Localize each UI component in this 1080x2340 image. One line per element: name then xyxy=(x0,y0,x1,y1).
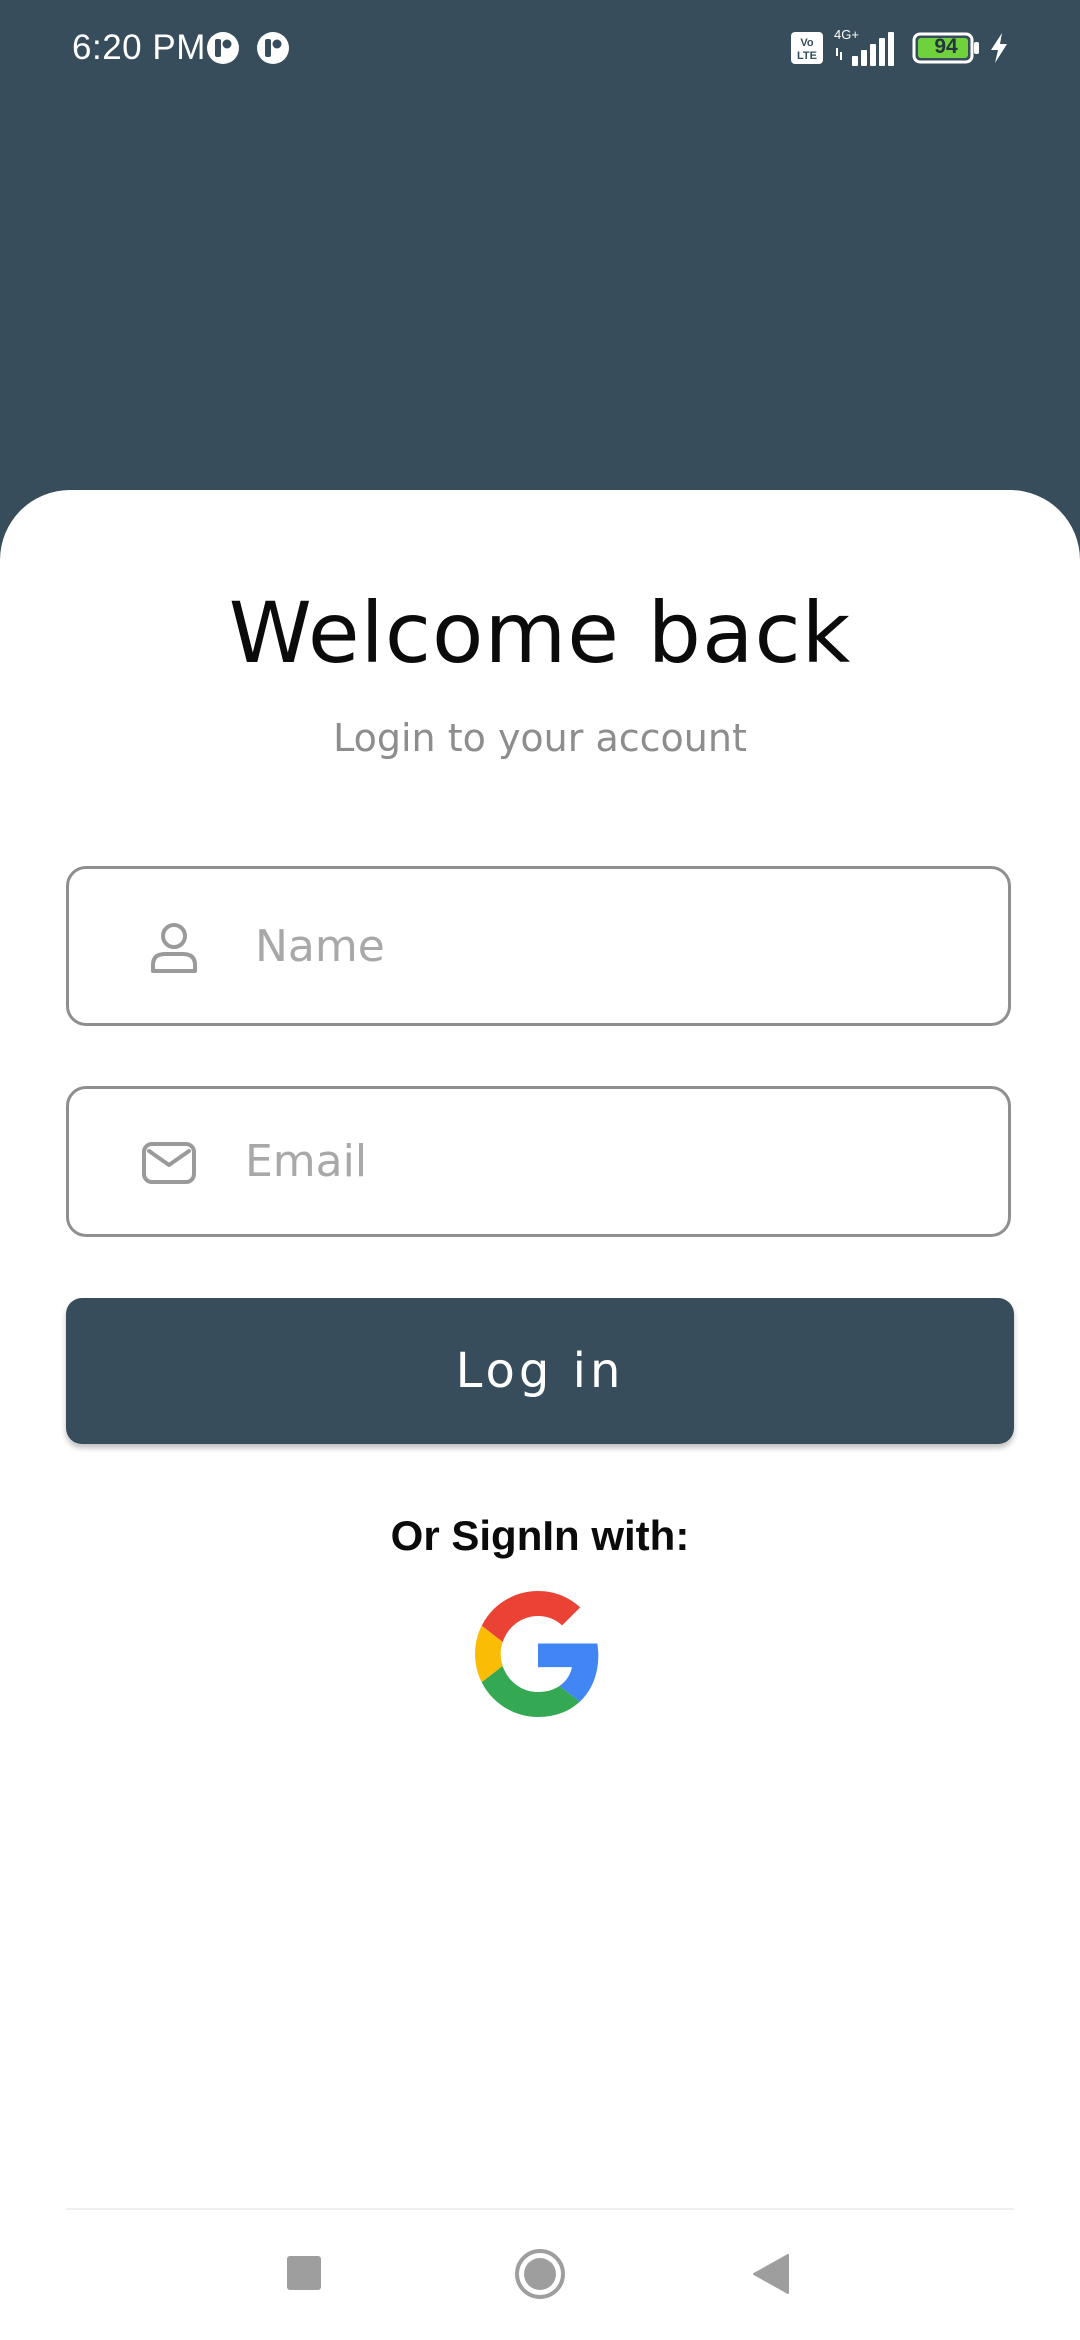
page-subtitle: Login to your account xyxy=(333,716,747,760)
status-time: 6:20 PM xyxy=(72,28,206,67)
name-input[interactable] xyxy=(255,869,975,1023)
home-button[interactable] xyxy=(514,2248,566,2300)
name-field[interactable] xyxy=(66,866,1011,1026)
battery-level-text: 94 xyxy=(934,35,958,58)
svg-text:LTE: LTE xyxy=(797,50,817,62)
charging-bolt-icon xyxy=(991,33,1007,63)
nav-divider xyxy=(66,2208,1014,2210)
signal-strength-icon: 4G+ xyxy=(834,27,894,66)
email-input[interactable] xyxy=(245,1089,975,1234)
google-signin-icon[interactable] xyxy=(475,1590,601,1718)
network-type-label: 4G+ xyxy=(834,27,859,42)
email-field[interactable] xyxy=(66,1086,1011,1237)
svg-text:Vo: Vo xyxy=(800,37,814,49)
back-button[interactable] xyxy=(752,2253,790,2295)
page-title: Welcome back xyxy=(228,584,852,682)
status-bar: 6:20 PM Vo LTE 4G+ 94 xyxy=(0,0,1080,96)
person-icon xyxy=(151,923,197,973)
app-notification-icon xyxy=(207,32,239,64)
app-notification-icon xyxy=(257,32,289,64)
volte-icon: Vo LTE xyxy=(791,32,823,64)
recents-button[interactable] xyxy=(286,2255,322,2291)
envelope-icon xyxy=(142,1142,196,1184)
social-signin-label: Or SignIn with: xyxy=(390,1512,690,1559)
login-button[interactable]: Log in xyxy=(66,1298,1014,1444)
login-screen: { "status_bar": { "time": "6:20 PM", "ba… xyxy=(0,0,1080,2340)
